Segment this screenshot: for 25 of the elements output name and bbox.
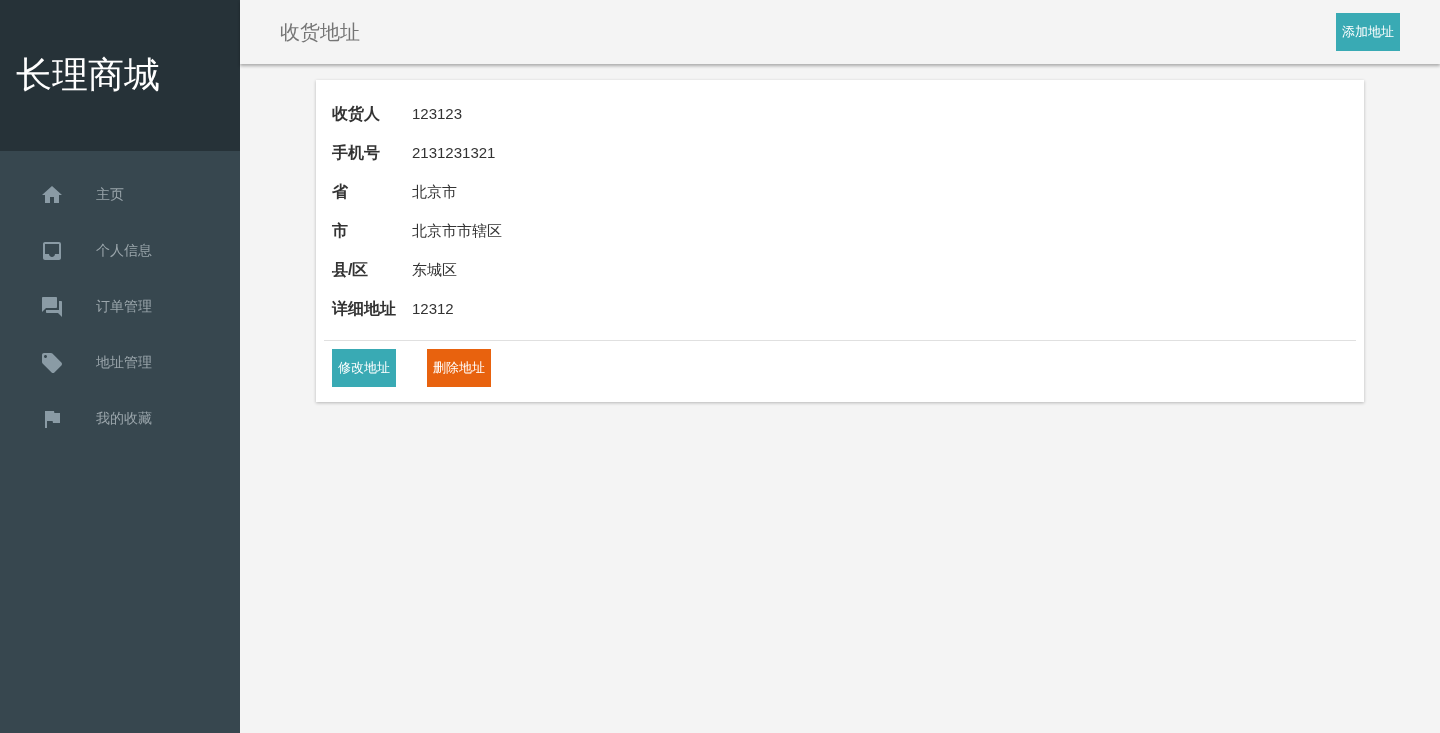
- field-label: 市: [332, 221, 349, 241]
- add-address-button[interactable]: 添加地址: [1336, 13, 1400, 51]
- delete-address-button[interactable]: 删除地址: [427, 349, 491, 387]
- edit-address-button[interactable]: 修改地址: [332, 349, 396, 387]
- field-label: 县/区: [332, 260, 370, 280]
- nav-item[interactable]: 我的收藏: [0, 391, 240, 447]
- field-value: 北京市: [412, 182, 458, 202]
- field-value: 2131231321: [412, 143, 497, 163]
- nav-item[interactable]: 订单管理: [0, 279, 240, 335]
- field-label: 收货人: [332, 104, 381, 125]
- field-value: 123123: [412, 104, 464, 124]
- field-label: 省: [332, 182, 349, 202]
- field-value: 12312: [412, 299, 455, 319]
- field-label: 详细地址: [332, 299, 397, 319]
- inbox-icon: [40, 239, 64, 263]
- tag-icon: [40, 351, 64, 375]
- chat-icon: [40, 295, 64, 319]
- field-value: 东城区: [412, 260, 458, 280]
- nav-item[interactable]: 个人信息: [0, 223, 240, 279]
- field-value: 北京市市辖区: [412, 221, 503, 241]
- nav-item[interactable]: 地址管理: [0, 335, 240, 391]
- field-label: 手机号: [332, 143, 381, 163]
- logo: 长理商城: [16, 53, 160, 97]
- nav-item[interactable]: 主页: [0, 167, 240, 223]
- page-title: 收货地址: [280, 19, 360, 45]
